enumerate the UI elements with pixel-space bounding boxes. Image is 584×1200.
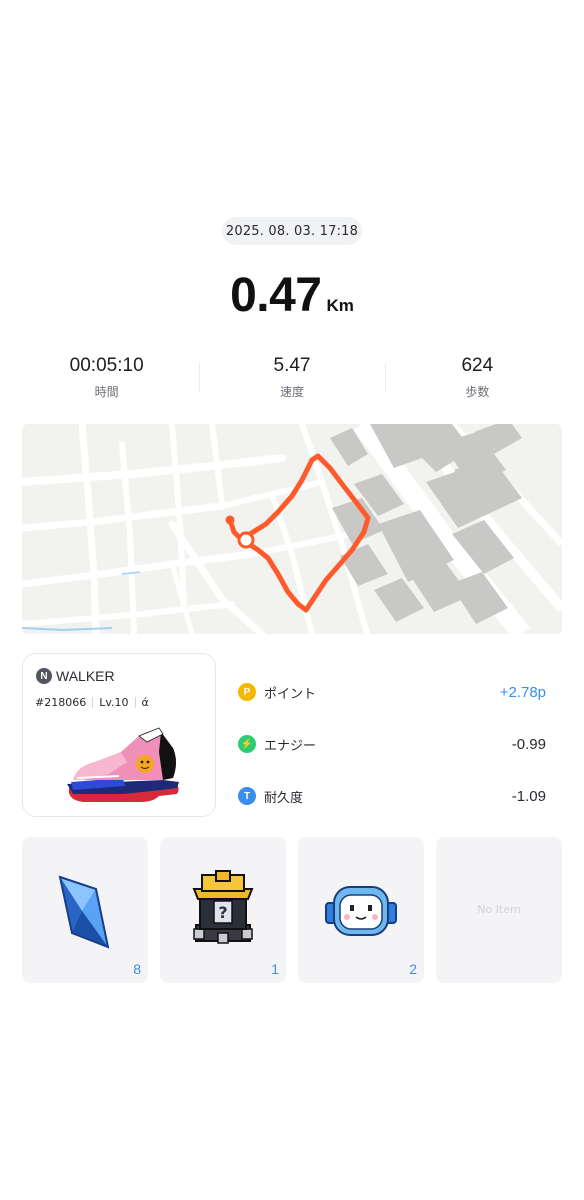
stat-speed-label: 速度 [279, 385, 304, 399]
item-slot-crystal[interactable]: 8 [22, 837, 148, 983]
durability-icon: T [238, 787, 256, 805]
no-item-label: No Item [477, 903, 521, 916]
walker-level: Lv.10 [99, 696, 129, 709]
stat-time: 00:05:10 時間 [14, 355, 199, 405]
stats-row: 00:05:10 時間 5.47 速度 624 歩数 [14, 355, 570, 405]
reward-points: P ポイント +2.78p [236, 666, 562, 718]
walker-meta: #218066 Lv.10 ά [35, 696, 149, 709]
activity-date: 2025. 08. 03. 17:18 [225, 223, 359, 239]
points-icon: P [238, 683, 256, 701]
reward-energy: ⚡ エナジー -0.99 [236, 718, 562, 770]
blue-crystal-icon [58, 875, 110, 949]
reward-durability-label: 耐久度 [264, 790, 304, 806]
reward-energy-value: -0.99 [511, 735, 546, 753]
item-count-robot: 2 [409, 961, 417, 977]
distance-value: 0.47 [230, 269, 322, 322]
walker-mark: ά [141, 696, 149, 709]
reward-durability: T 耐久度 -1.09 [236, 770, 562, 822]
distance-unit: Km [326, 296, 354, 315]
rewards-list: P ポイント +2.78p ⚡ エナジー -0.99 T 耐久度 -1.09 [236, 666, 562, 822]
stat-time-value: 00:05:10 [69, 355, 144, 376]
walker-card[interactable]: N WALKER #218066 Lv.10 ά [22, 653, 216, 817]
item-count-crystal: 8 [133, 961, 141, 977]
stat-time-label: 時間 [94, 385, 119, 399]
item-count-mystery-box: 1 [271, 961, 279, 977]
walker-header: N WALKER [36, 668, 115, 684]
app-screen: 2025. 08. 03. 17:18 0.47 Km 00:05:10 時間 … [0, 0, 584, 1200]
item-slots: 8 ? 1 2 No Item [22, 837, 563, 983]
item-slot-mystery-box[interactable]: ? 1 [160, 837, 286, 983]
mystery-box-icon: ? [192, 870, 254, 944]
stat-steps-value: 624 [461, 355, 494, 376]
energy-icon: ⚡ [238, 735, 256, 753]
distance-display: 0.47 Km [0, 268, 584, 323]
stat-speed: 5.47 速度 [199, 355, 384, 405]
date-pill: 2025. 08. 03. 17:18 [222, 217, 362, 245]
robot-face-icon [325, 886, 397, 936]
walker-badge-icon: N [36, 668, 52, 684]
reward-points-label: ポイント [264, 686, 317, 702]
map-canvas [22, 424, 562, 634]
walker-name: WALKER [56, 668, 115, 684]
meta-divider [134, 697, 136, 708]
reward-energy-label: エナジー [264, 738, 317, 754]
route-map[interactable] [22, 424, 562, 634]
stat-steps-label: 歩数 [465, 385, 490, 399]
meta-divider [92, 697, 94, 708]
stat-steps: 624 歩数 [384, 355, 570, 405]
stat-speed-value: 5.47 [273, 355, 311, 376]
walker-id: #218066 [35, 696, 87, 709]
reward-durability-value: -1.09 [511, 787, 546, 805]
sneaker-icon [67, 727, 179, 802]
reward-points-value: +2.78p [499, 683, 546, 701]
svg-text:?: ? [218, 903, 227, 922]
item-slot-empty[interactable]: No Item [436, 837, 562, 983]
item-slot-robot[interactable]: 2 [298, 837, 424, 983]
